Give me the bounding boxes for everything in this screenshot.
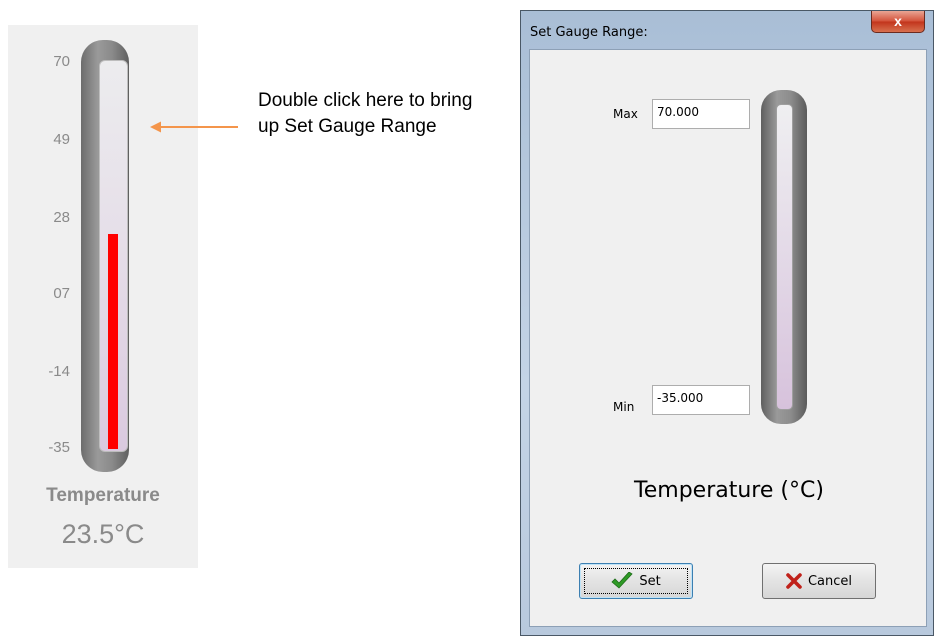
gauge-tick-label: 49 bbox=[53, 131, 70, 148]
gauge-preview-title: Temperature (°C) bbox=[634, 478, 824, 503]
min-field[interactable]: -35.000 bbox=[652, 385, 750, 415]
close-button[interactable]: x bbox=[871, 11, 925, 33]
gauge-widget[interactable]: 70 49 28 07 -14 -35 Temperature 23.5°C bbox=[8, 25, 198, 568]
check-icon bbox=[611, 572, 633, 590]
cancel-button-label: Cancel bbox=[807, 573, 853, 589]
cancel-button[interactable]: Cancel bbox=[762, 563, 876, 599]
max-field[interactable]: 70.000 bbox=[652, 99, 750, 129]
set-button[interactable]: Set bbox=[579, 563, 693, 599]
gauge-preview-glass bbox=[776, 104, 793, 410]
dialog-client-area: Max 70.000 Min -35.000 Temperature (°C) … bbox=[529, 49, 927, 627]
gauge-title: Temperature bbox=[46, 485, 160, 506]
gauge-tick-label: 07 bbox=[53, 285, 70, 302]
gauge-tick-label: 70 bbox=[53, 53, 70, 70]
x-icon bbox=[786, 573, 802, 589]
annotation-text: Double click here to bring up Set Gauge … bbox=[258, 90, 473, 137]
gauge-tick-label: 28 bbox=[53, 209, 70, 226]
gauge-tick-label: -14 bbox=[48, 363, 70, 380]
max-label: Max bbox=[613, 107, 638, 121]
gauge-level-fill bbox=[108, 234, 118, 449]
gauge-value-readout: 23.5°C bbox=[61, 519, 145, 549]
gauge-tick-label: -35 bbox=[48, 439, 70, 456]
close-icon: x bbox=[894, 13, 902, 29]
annotation-arrow-icon bbox=[150, 121, 238, 133]
set-button-label: Set bbox=[639, 573, 661, 589]
set-gauge-range-dialog: Set Gauge Range: x Max 70.000 Min -35.00… bbox=[520, 10, 934, 636]
dialog-title: Set Gauge Range: bbox=[530, 25, 648, 40]
focus-rect bbox=[584, 568, 688, 594]
min-label: Min bbox=[613, 400, 635, 414]
